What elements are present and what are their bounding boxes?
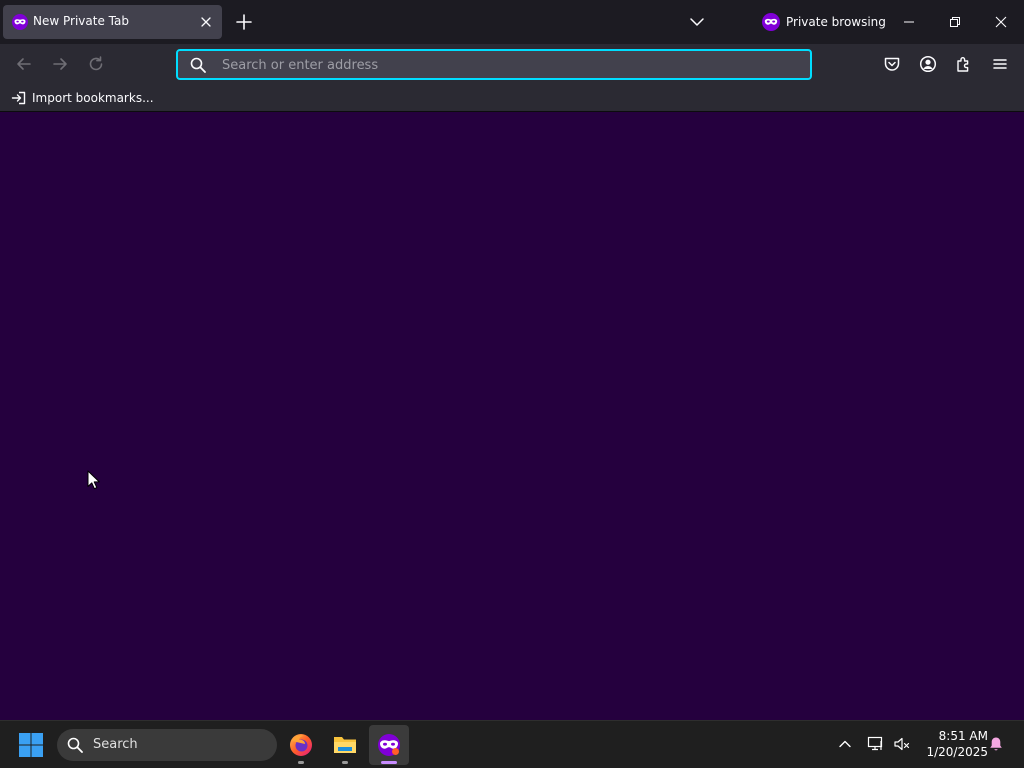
minimize-button[interactable] [897, 10, 921, 34]
page-content[interactable] [0, 112, 1024, 720]
restore-icon [950, 17, 960, 27]
taskbar-search-label: Search [93, 737, 138, 752]
taskbar-active-indicator [381, 761, 397, 764]
network-icon [867, 736, 883, 751]
firefox-icon [290, 734, 312, 756]
folder-icon [334, 737, 356, 753]
private-browsing-indicator: Private browsing [762, 13, 886, 31]
app-menu-button[interactable] [990, 54, 1010, 74]
forward-button[interactable] [50, 54, 70, 74]
private-browsing-label: Private browsing [786, 15, 886, 29]
taskbar-search-box[interactable]: Search [57, 729, 277, 761]
firefox-private-icon [378, 734, 400, 756]
taskbar-app-file-explorer[interactable] [325, 725, 365, 765]
plus-icon[interactable] [235, 13, 253, 31]
mouse-pointer-icon [87, 470, 100, 490]
close-icon[interactable] [198, 14, 214, 30]
volume-muted-icon [894, 737, 910, 751]
windows-start-icon[interactable] [18, 732, 44, 758]
private-mask-icon [762, 13, 780, 31]
restore-button[interactable] [943, 10, 967, 34]
search-icon [67, 737, 83, 753]
tab-bar: New Private Tab Private browsing [0, 0, 1024, 44]
network-button[interactable] [867, 735, 885, 753]
notifications-button[interactable] [987, 735, 1005, 753]
volume-button[interactable] [893, 735, 911, 753]
address-bar[interactable] [176, 49, 812, 80]
reload-button[interactable] [86, 54, 106, 74]
chevron-up-icon [839, 740, 851, 748]
taskbar-app-firefox-private[interactable] [369, 725, 409, 765]
browser-window: New Private Tab Private browsing Search … [0, 0, 1024, 768]
bell-icon [990, 737, 1002, 751]
minimize-icon [904, 21, 914, 23]
hamburger-menu-icon [993, 59, 1007, 69]
system-clock[interactable]: 8:51 AM 1/20/2025 [918, 728, 988, 760]
import-icon [11, 91, 26, 105]
search-icon [190, 57, 206, 73]
chevron-down-icon[interactable] [689, 14, 705, 30]
show-hidden-icons-button[interactable] [836, 735, 854, 753]
nav-bar [0, 44, 1024, 84]
pocket-button[interactable] [882, 54, 902, 74]
clock-time: 8:51 AM [938, 729, 988, 743]
tab-title: New Private Tab [33, 14, 129, 28]
back-button[interactable] [14, 54, 34, 74]
import-bookmarks-label: Import bookmarks... [32, 91, 154, 105]
taskbar-running-indicator [342, 761, 348, 764]
back-arrow-icon [17, 58, 31, 70]
close-icon [995, 16, 1007, 28]
clock-date: 1/20/2025 [926, 745, 988, 759]
private-mask-icon [12, 14, 28, 30]
account-icon [919, 55, 937, 73]
tab-new-private[interactable]: New Private Tab [3, 5, 222, 39]
taskbar-running-indicator [298, 761, 304, 764]
puzzle-icon [957, 57, 969, 72]
import-bookmarks-button[interactable]: Import bookmarks... [11, 90, 154, 106]
close-window-button[interactable] [989, 10, 1013, 34]
taskbar-app-firefox[interactable] [281, 725, 321, 765]
pocket-icon [884, 57, 900, 71]
reload-icon [89, 56, 103, 71]
bookmarks-toolbar: Import bookmarks... [0, 84, 1024, 112]
forward-arrow-icon [53, 58, 67, 70]
taskbar: Search 8:51 AM 1/20/2025 [0, 720, 1024, 768]
account-button[interactable] [918, 54, 938, 74]
extensions-button[interactable] [954, 54, 974, 74]
address-input[interactable] [222, 55, 782, 75]
